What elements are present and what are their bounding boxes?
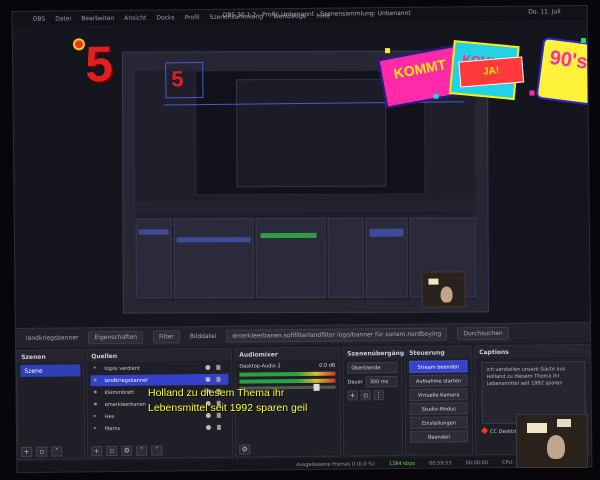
transition-type-select[interactable]: Überblende: [347, 362, 398, 374]
record-dot-icon: [72, 38, 86, 51]
sticker-ja: JA!: [458, 56, 525, 88]
virtual-camera-button[interactable]: Virtuelle Kamera: [409, 388, 468, 401]
source-item-selected[interactable]: ▪ landkriegsbanner: [90, 373, 229, 387]
controls-dock: Steuerung Stream beenden Aufnahme starte…: [404, 345, 474, 456]
confetti-icon: [529, 90, 535, 96]
menu-item[interactable]: Bearbeiten: [81, 14, 114, 21]
volume-meter: [239, 378, 336, 384]
eye-icon[interactable]: [205, 376, 211, 383]
mixer-title: Audiomixer: [235, 347, 340, 361]
duration-input[interactable]: 300 ms: [365, 376, 398, 388]
nested-controls-panel: [365, 217, 408, 298]
lock-icon[interactable]: [216, 364, 221, 370]
sources-title: Quellen: [87, 348, 232, 363]
scenes-title: Szenen: [17, 350, 84, 363]
more-icon[interactable]: ⋮: [373, 390, 384, 401]
nested-webcam-tile: [421, 271, 466, 308]
volume-meter: [239, 371, 336, 377]
live-timer: 00:59:53: [429, 460, 452, 467]
countdown-number: 5: [84, 35, 114, 93]
settings-button[interactable]: Einstellungen: [409, 416, 468, 429]
confetti-icon: [580, 38, 586, 44]
transition-buttons: + ▫ ⋮: [347, 390, 398, 401]
eye-icon[interactable]: [205, 424, 211, 431]
trash-icon[interactable]: ▫: [36, 446, 48, 457]
dropped-frames: Ausgelassene Frames 0 (0,0 %): [296, 461, 375, 469]
mixer-settings-icon[interactable]: ⚙: [239, 444, 251, 455]
source-label: Klemmbrett: [104, 389, 135, 397]
source-label: logos verdient: [104, 365, 141, 373]
source-label: emerkleerbanen: [104, 401, 146, 409]
menu-item[interactable]: Ansicht: [124, 14, 146, 21]
nested-transitions-panel: [327, 217, 364, 298]
transitions-dock: Szenenübergänge Überblende Dauer 300 ms …: [342, 345, 408, 457]
scene-item[interactable]: Szene: [20, 364, 81, 377]
trash-icon[interactable]: ▫: [360, 390, 371, 401]
rec-timer: 00:00:00: [465, 460, 489, 467]
lock-icon[interactable]: [216, 424, 221, 430]
browse-button[interactable]: Durchsuchen: [457, 326, 509, 341]
image-icon: ▪: [93, 389, 98, 396]
menu-item[interactable]: OBS: [33, 15, 46, 22]
sticker-90s: 90's: [535, 36, 593, 106]
exit-button[interactable]: Beenden: [410, 430, 469, 443]
nested-mixer-panel: [255, 217, 326, 299]
trash-icon[interactable]: ▫: [106, 445, 118, 457]
file-path-field[interactable]: emerkleerbanen.sofifilterlandfilter logo…: [226, 327, 448, 343]
add-scene-button[interactable]: +: [21, 446, 33, 457]
studio-mode-button[interactable]: Studio-Modus: [409, 402, 468, 415]
scenes-footer: + ▫ ˄: [21, 446, 63, 457]
controls-title: Steuerung: [405, 346, 472, 359]
file-label: Bilddatei: [189, 332, 217, 341]
sources-footer: + ▫ ⚙ ˄ ˅: [91, 445, 163, 457]
lock-icon[interactable]: [216, 376, 221, 382]
nested-toolbar: [135, 199, 476, 213]
source-name: landkriegsbanner: [25, 334, 79, 342]
menu-item[interactable]: Datei: [55, 15, 71, 22]
channel-name: Desktop-Audio 2: [239, 363, 281, 370]
menu-item[interactable]: Docks: [156, 14, 174, 21]
nested-sources-panel: [173, 218, 254, 299]
source-label: Hex: [104, 413, 115, 421]
image-icon: ▪: [93, 377, 97, 384]
captions-title: Captions: [475, 344, 592, 359]
subtitle-overlay: Holland zu diesem Thema ihr Lebensmittel…: [148, 387, 308, 414]
source-label: landkriegsbanner: [104, 377, 149, 385]
source-item[interactable]: ▸ Marns: [91, 422, 229, 434]
chevron-down-icon[interactable]: ▾: [93, 365, 96, 371]
chevron-up-icon[interactable]: ˄: [136, 445, 148, 456]
properties-button[interactable]: Eigenschaften: [88, 330, 144, 345]
duration-row: Dauer 300 ms: [347, 376, 398, 388]
chevron-right-icon[interactable]: ▸: [94, 413, 97, 419]
menu-item[interactable]: Profil: [185, 14, 200, 21]
add-source-button[interactable]: +: [91, 446, 103, 457]
webcam-tile: [516, 414, 588, 468]
deeper-nested-preview: [236, 78, 387, 188]
source-item[interactable]: ▾ logos verdient: [90, 362, 228, 374]
system-clock: Do. 11. Juli: [528, 8, 561, 16]
mixer-footer: ⚙: [239, 444, 251, 455]
duration-label: Dauer: [347, 378, 363, 386]
filter-button[interactable]: Filter: [152, 330, 180, 344]
countdown-number-nested: 5: [171, 66, 184, 92]
chevron-right-icon[interactable]: ▸: [94, 425, 97, 431]
gear-icon[interactable]: ⚙: [121, 445, 133, 456]
channel-db: 0.0 dB: [319, 362, 336, 369]
stop-stream-button[interactable]: Stream beenden: [409, 360, 468, 373]
chevron-down-icon[interactable]: ˅: [151, 445, 163, 456]
bitrate: 1284 kbps: [388, 460, 416, 468]
source-label: Marns: [104, 425, 121, 433]
mixer-channel: Desktop-Audio 2 0.0 dB: [235, 360, 339, 370]
start-recording-button[interactable]: Aufnahme starten: [409, 374, 468, 387]
eye-icon[interactable]: [205, 364, 211, 371]
preview-canvas[interactable]: 5 5 KOMMT KOMMT JA! 90's: [12, 20, 593, 333]
chevron-up-icon[interactable]: ˄: [51, 446, 63, 457]
confetti-icon: [433, 93, 439, 99]
scenes-dock: Szenen Szene + ▫ ˄: [16, 349, 86, 460]
transitions-title: Szenenübergänge: [343, 346, 408, 360]
image-icon: ▪: [93, 401, 98, 408]
confetti-icon: [385, 48, 391, 54]
add-transition-button[interactable]: +: [347, 390, 358, 401]
nested-scenes-panel: [135, 218, 172, 299]
